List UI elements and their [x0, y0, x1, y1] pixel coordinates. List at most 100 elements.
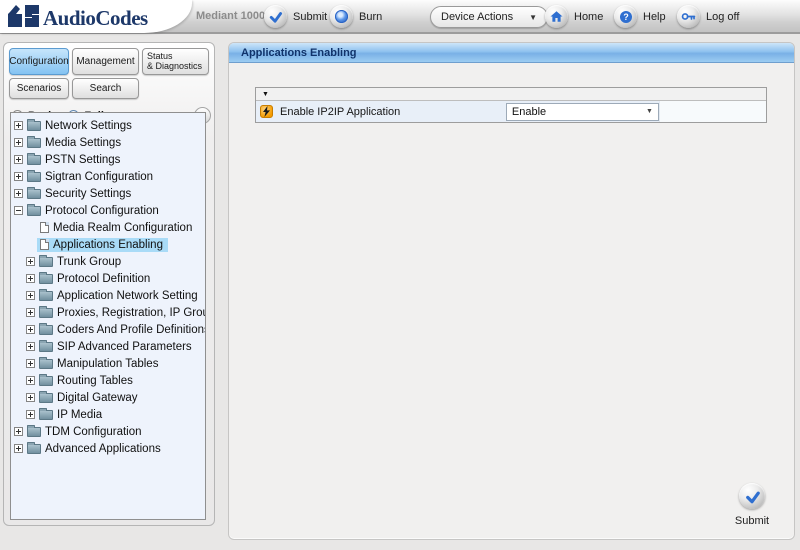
- tree-item[interactable]: Manipulation Tables: [11, 355, 205, 372]
- tree-expander-icon[interactable]: [14, 138, 23, 147]
- tree-item[interactable]: Security Settings: [11, 185, 205, 202]
- param-value-cell: Enable ▼: [506, 101, 659, 122]
- home-button[interactable]: Home: [545, 5, 603, 28]
- submit-bottom-label: Submit: [735, 515, 769, 527]
- tree-expander-icon[interactable]: [26, 359, 35, 368]
- tree-expander-icon[interactable]: [26, 257, 35, 266]
- sidebar: Configuration Management Status & Diagno…: [3, 42, 215, 526]
- nav-tree: Network Settings Media Settings PS: [10, 112, 206, 520]
- folder-icon: [39, 359, 53, 369]
- tree-item[interactable]: PSTN Settings: [11, 151, 205, 168]
- folder-icon: [27, 121, 41, 131]
- tree-item[interactable]: Applications Enabling: [11, 236, 205, 253]
- tree-expander-icon[interactable]: [26, 342, 35, 351]
- tree-item-label: Routing Tables: [55, 374, 135, 388]
- tree-item-label: Network Settings: [43, 119, 134, 133]
- tree-item[interactable]: Protocol Configuration: [11, 202, 205, 219]
- params-table: ▼ Enable IP2IP Application Enable ▼: [255, 87, 767, 123]
- tree-item[interactable]: Digital Gateway: [11, 389, 205, 406]
- folder-icon: [39, 274, 53, 284]
- sidebar-tab-label: Status & Diagnostics: [147, 51, 202, 72]
- tree-item-label: Coders And Profile Definitions: [55, 323, 206, 337]
- tree-item[interactable]: Network Settings: [11, 117, 205, 134]
- submit-button-bottom[interactable]: Submit: [727, 483, 777, 529]
- sidebar-tab[interactable]: Management: [72, 48, 139, 75]
- sidebar-tab[interactable]: Search: [72, 78, 139, 99]
- device-name: Mediant 1000: [196, 10, 265, 22]
- tree-expander-icon[interactable]: [26, 274, 35, 283]
- tree-item[interactable]: SIP Advanced Parameters: [11, 338, 205, 355]
- tree-expander-icon[interactable]: [14, 444, 23, 453]
- help-button[interactable]: ? Help: [614, 5, 666, 28]
- device-actions-label: Device Actions: [441, 11, 513, 23]
- param-value-select[interactable]: Enable ▼: [506, 103, 659, 121]
- tree-item[interactable]: Application Network Setting: [11, 287, 205, 304]
- tree-item-label: Media Settings: [43, 136, 123, 150]
- tree-item[interactable]: Protocol Definition: [11, 270, 205, 287]
- folder-icon: [27, 206, 41, 216]
- folder-icon: [27, 138, 41, 148]
- tree-expander-icon[interactable]: [14, 121, 23, 130]
- tree-expander-icon[interactable]: [14, 172, 23, 181]
- chevron-down-icon: ▼: [529, 13, 537, 22]
- tree-item[interactable]: IP Media: [11, 406, 205, 423]
- param-label: Enable IP2IP Application: [280, 106, 400, 118]
- tree-item-label: Advanced Applications: [43, 442, 163, 456]
- tree-expander-icon[interactable]: [26, 376, 35, 385]
- top-toolbar: AudioCodes Mediant 1000 Submit Burn Devi…: [0, 0, 800, 34]
- tree-item-label: Application Network Setting: [55, 289, 200, 303]
- tree-expander-icon[interactable]: [26, 410, 35, 419]
- folder-icon: [27, 427, 41, 437]
- folder-icon: [39, 376, 53, 386]
- tree-item[interactable]: Proxies, Registration, IP Groups: [11, 304, 205, 321]
- logoff-key-icon: [677, 5, 700, 28]
- sidebar-tab[interactable]: Configuration: [9, 48, 69, 75]
- submit-button[interactable]: Submit: [264, 5, 327, 28]
- select-caret-icon: ▼: [646, 108, 653, 115]
- device-actions-dropdown[interactable]: Device Actions ▼: [430, 6, 548, 28]
- help-icon: ?: [614, 5, 637, 28]
- tree-expander-icon[interactable]: [26, 291, 35, 300]
- tree-item-label: SIP Advanced Parameters: [55, 340, 194, 354]
- params-table-header: ▼: [256, 88, 766, 101]
- burn-icon: [330, 5, 353, 28]
- sidebar-tab-label: Search: [90, 83, 122, 94]
- tree-expander-icon[interactable]: [26, 393, 35, 402]
- folder-icon: [39, 410, 53, 420]
- tree-item-label: Applications Enabling: [51, 238, 165, 252]
- tree-expander-icon[interactable]: [14, 155, 23, 164]
- sidebar-tab-label: Management: [76, 56, 134, 67]
- page-header: Applications Enabling: [229, 43, 794, 63]
- tree-item[interactable]: Sigtran Configuration: [11, 168, 205, 185]
- home-icon: [545, 5, 568, 28]
- burn-label: Burn: [359, 11, 382, 23]
- tree-item[interactable]: Media Realm Configuration: [11, 219, 205, 236]
- logo-text: AudioCodes: [43, 6, 148, 31]
- sidebar-tab[interactable]: Status & Diagnostics: [142, 48, 209, 75]
- home-label: Home: [574, 11, 603, 23]
- logoff-button[interactable]: Log off: [677, 5, 739, 28]
- sidebar-tab[interactable]: Scenarios: [9, 78, 69, 99]
- svg-text:?: ?: [623, 12, 628, 22]
- tree-item[interactable]: Advanced Applications: [11, 440, 205, 457]
- tree-expander-icon[interactable]: [26, 325, 35, 334]
- tree-item[interactable]: Media Settings: [11, 134, 205, 151]
- folder-icon: [39, 393, 53, 403]
- tree-item[interactable]: Trunk Group: [11, 253, 205, 270]
- tree-expander-icon[interactable]: [14, 189, 23, 198]
- burn-button[interactable]: Burn: [330, 5, 382, 28]
- tree-item[interactable]: TDM Configuration: [11, 423, 205, 440]
- logo-plate: AudioCodes: [0, 0, 192, 33]
- tree-expander-icon[interactable]: [14, 427, 23, 436]
- main-panel: Applications Enabling ▼ Enable IP2IP App…: [228, 42, 795, 540]
- table-collapse-icon[interactable]: ▼: [262, 91, 269, 98]
- folder-icon: [27, 172, 41, 182]
- tree-expander-icon[interactable]: [14, 206, 23, 215]
- tree-item[interactable]: Coders And Profile Definitions: [11, 321, 205, 338]
- tree-item[interactable]: Routing Tables: [11, 372, 205, 389]
- param-label-cell: Enable IP2IP Application: [256, 101, 506, 122]
- tree-item-label: Manipulation Tables: [55, 357, 160, 371]
- lightning-icon: [260, 105, 273, 118]
- row-spacer: [659, 101, 766, 122]
- tree-expander-icon[interactable]: [26, 308, 35, 317]
